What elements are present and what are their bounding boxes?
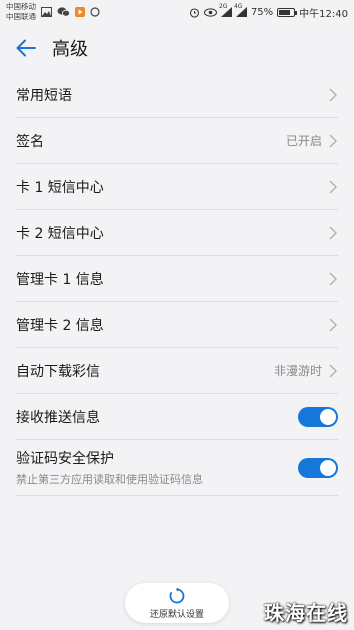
network-type-1: 2G (218, 3, 228, 10)
row-label: 签名 (16, 133, 44, 150)
row-auto-download-mms[interactable]: 自动下载彩信 非漫游时 (16, 348, 338, 394)
row-value: 已开启 (285, 134, 322, 148)
row-subtitle: 禁止第三方应用读取和使用验证码信息 (16, 473, 203, 486)
restore-label: 还原默认设置 (149, 609, 204, 620)
row-common-phrases[interactable]: 常用短语 (16, 72, 338, 118)
row-label: 卡 2 短信中心 (16, 225, 104, 242)
battery-fill (279, 9, 290, 15)
row-right (328, 226, 338, 240)
header: 高级 (0, 24, 354, 72)
row-manage-sim1-messages[interactable]: 管理卡 1 信息 (16, 256, 338, 302)
video-app-icon (75, 7, 85, 17)
row-right: 已开启 (286, 132, 338, 149)
image-icon (41, 7, 52, 17)
signal-1-icon: 2G (219, 3, 232, 17)
loading-circle-icon (90, 7, 100, 17)
chevron-right-icon (329, 226, 337, 239)
signal-2-icon: 4G (234, 3, 247, 17)
row-manage-sim2-messages[interactable]: 管理卡 2 信息 (16, 302, 338, 348)
carrier-1: 中国移动 (6, 2, 36, 11)
clock: 中午12:40 (299, 8, 348, 20)
row-text: 验证码安全保护 禁止第三方应用读取和使用验证码信息 (16, 448, 203, 487)
wechat-icon (57, 7, 70, 17)
row-verification-code-protection: 验证码安全保护 禁止第三方应用读取和使用验证码信息 (16, 440, 338, 496)
settings-list: 常用短语 签名 已开启 卡 1 短信中心 卡 2 短信中心 管理卡 1 信息 管… (0, 72, 354, 496)
watermark: 珠海在线 (264, 601, 348, 625)
row-signature[interactable]: 签名 已开启 (16, 118, 338, 164)
row-label: 验证码安全保护 (16, 451, 114, 467)
row-right (328, 272, 338, 286)
battery-percent: 75% (250, 6, 274, 18)
row-right (328, 318, 338, 332)
row-label: 常用短语 (16, 87, 72, 104)
back-arrow-icon (16, 39, 36, 57)
row-label: 接收推送信息 (16, 409, 100, 426)
row-right (328, 180, 338, 194)
page-title: 高级 (52, 39, 88, 60)
push-messages-toggle[interactable] (298, 406, 338, 427)
status-bar: 中国移动 中国联通 2G 4G 75% 中午12:40 (0, 0, 354, 24)
carrier-2: 中国联通 (6, 12, 36, 21)
row-label: 自动下载彩信 (16, 363, 100, 380)
status-right: 2G 4G 75% 中午12:40 (189, 3, 348, 20)
back-button[interactable] (0, 24, 52, 72)
row-receive-push-messages: 接收推送信息 (16, 394, 338, 440)
row-sim2-sms-center[interactable]: 卡 2 短信中心 (16, 210, 338, 256)
row-label: 卡 1 短信中心 (16, 179, 104, 196)
battery-icon (277, 7, 298, 17)
chevron-right-icon (329, 272, 337, 285)
status-left: 中国移动 中国联通 (6, 2, 100, 22)
row-label: 管理卡 1 信息 (16, 271, 104, 288)
eye-comfort-icon (203, 7, 217, 17)
chevron-right-icon (329, 134, 337, 147)
row-sim1-sms-center[interactable]: 卡 1 短信中心 (16, 164, 338, 210)
row-right: 非漫游时 (274, 362, 338, 379)
row-label: 管理卡 2 信息 (16, 317, 104, 334)
row-right (328, 88, 338, 102)
row-value: 非漫游时 (273, 364, 322, 378)
chevron-right-icon (329, 88, 337, 101)
verification-protection-toggle[interactable] (298, 457, 338, 478)
chevron-right-icon (329, 364, 337, 377)
network-type-2: 4G (233, 3, 243, 10)
chevron-right-icon (329, 180, 337, 193)
restore-icon (169, 587, 185, 603)
chevron-right-icon (329, 318, 337, 331)
restore-defaults-button[interactable]: 还原默认设置 (125, 583, 229, 623)
alarm-icon (189, 7, 200, 18)
carriers: 中国移动 中国联通 (6, 2, 36, 22)
